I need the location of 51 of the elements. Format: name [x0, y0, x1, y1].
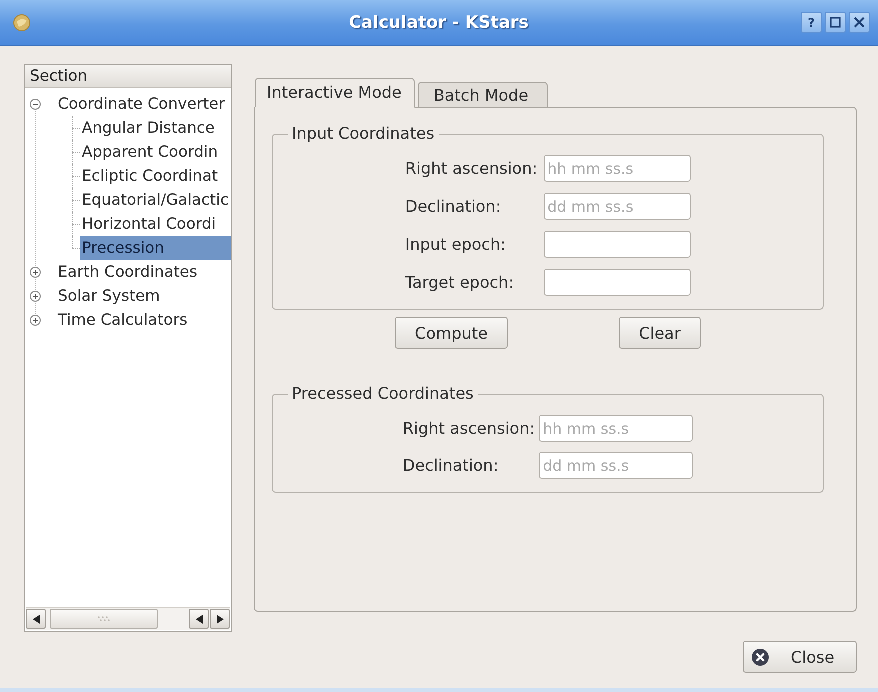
- input-field[interactable]: [544, 269, 691, 296]
- close-icon: [854, 17, 865, 28]
- horizontal-scrollbar[interactable]: [26, 607, 230, 630]
- left-arrow-icon: [32, 614, 40, 624]
- field-label: Input epoch:: [405, 235, 508, 254]
- right-arrow-icon: [216, 614, 224, 624]
- maximize-button[interactable]: [825, 12, 846, 33]
- tree-item[interactable]: Coordinate Converter: [56, 92, 228, 116]
- column-header: Section: [25, 65, 231, 88]
- field-label: Target epoch:: [405, 273, 516, 292]
- field-label: Declination:: [405, 197, 502, 216]
- tree-item[interactable]: Earth Coordinates: [56, 260, 200, 284]
- expand-icon[interactable]: [30, 266, 41, 278]
- tree-item[interactable]: Horizontal Coordi: [80, 212, 218, 236]
- input-field[interactable]: hh mm ss.s: [544, 155, 691, 182]
- collapse-icon[interactable]: [30, 98, 41, 110]
- tree-item[interactable]: Apparent Coordin: [80, 140, 220, 164]
- tab[interactable]: Interactive Mode: [255, 78, 415, 108]
- scrollbar-thumb[interactable]: [50, 609, 158, 629]
- compute-button[interactable]: Compute: [395, 317, 508, 349]
- tree-item[interactable]: Equatorial/Galactic: [80, 188, 231, 212]
- close-icon: [752, 648, 769, 666]
- group-title: Precessed Coordinates: [291, 384, 475, 404]
- grip-icon: [97, 616, 111, 622]
- maximize-icon: [830, 17, 841, 28]
- input-field[interactable]: dd mm ss.s: [544, 193, 691, 220]
- tree-item[interactable]: Ecliptic Coordinat: [80, 164, 220, 188]
- close-button[interactable]: [849, 12, 870, 33]
- scroll-left-button[interactable]: [26, 609, 46, 629]
- clear-button[interactable]: Clear: [619, 317, 701, 349]
- help-button[interactable]: ?: [801, 12, 822, 33]
- input-field[interactable]: hh mm ss.s: [539, 415, 694, 442]
- field-label: Right ascension:: [405, 159, 538, 178]
- group-title: Input Coordinates: [291, 124, 436, 144]
- input-field[interactable]: [544, 231, 691, 258]
- tab[interactable]: Batch Mode: [418, 82, 548, 108]
- scroll-right-button[interactable]: [210, 609, 230, 629]
- tree-item[interactable]: Precession: [80, 236, 231, 260]
- field-label: Declination:: [402, 456, 500, 475]
- input-field[interactable]: dd mm ss.s: [539, 452, 694, 479]
- expand-icon[interactable]: [30, 290, 41, 302]
- window-title: Calculator - KStars: [349, 12, 529, 32]
- scroll-left-button[interactable]: [189, 609, 209, 629]
- expand-icon[interactable]: [30, 314, 41, 326]
- app-icon: [12, 12, 32, 32]
- left-arrow-icon: [196, 614, 202, 624]
- field-label: Right ascension:: [402, 419, 536, 438]
- tree-item[interactable]: Time Calculators: [56, 308, 190, 332]
- close-button[interactable]: Close: [743, 641, 857, 673]
- tree-item[interactable]: Solar System: [56, 284, 162, 308]
- tree-item[interactable]: Angular Distance: [80, 116, 217, 140]
